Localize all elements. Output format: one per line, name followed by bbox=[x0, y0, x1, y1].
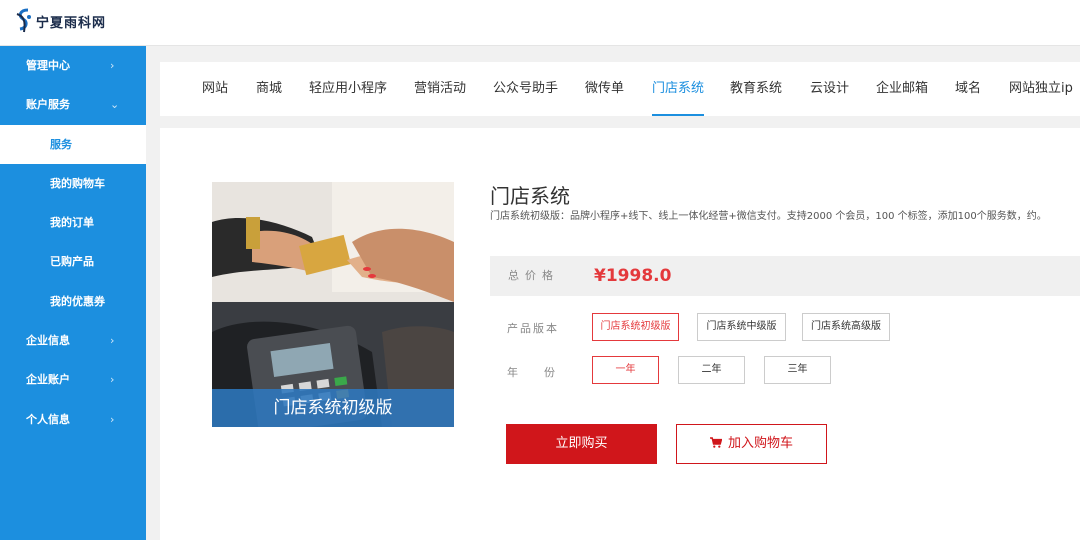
year-option-two[interactable]: 二年 bbox=[678, 356, 745, 384]
sidebar-item-label: 个人信息 bbox=[26, 412, 70, 426]
tab-mini-program[interactable]: 轻应用小程序 bbox=[309, 62, 387, 116]
tab-cloud-design[interactable]: 云设计 bbox=[810, 62, 849, 116]
product-detail-panel: 门店系统初级版 门店系统 门店系统初级版：品牌小程序+线下、线上一体化经营+微信… bbox=[160, 128, 1080, 540]
chevron-right-icon: › bbox=[110, 412, 115, 426]
buy-now-button[interactable]: 立即购买 bbox=[506, 424, 657, 464]
price-label: 总价格 bbox=[508, 269, 559, 282]
sidebar-item-company-account[interactable]: 企业账户 › bbox=[0, 360, 146, 399]
tab-education-system[interactable]: 教育系统 bbox=[730, 62, 782, 116]
year-label: 年份 bbox=[507, 366, 581, 379]
price-value: ¥1998.0 bbox=[594, 266, 672, 286]
sidebar-item-label: 我的订单 bbox=[50, 216, 94, 230]
chevron-down-icon: ⌄ bbox=[110, 98, 120, 112]
sidebar: 管理中心 › 账户服务 ⌄ 服务 我的购物车 我的订单 已购产品 我的优惠券 企… bbox=[0, 46, 146, 540]
sidebar-item-label: 已购产品 bbox=[50, 255, 94, 269]
tab-official-account[interactable]: 公众号助手 bbox=[493, 62, 558, 116]
year-option-one[interactable]: 一年 bbox=[592, 356, 659, 384]
sidebar-item-label: 我的购物车 bbox=[50, 176, 105, 190]
chevron-right-icon: › bbox=[110, 59, 115, 72]
tab-marketing[interactable]: 营销活动 bbox=[414, 62, 466, 116]
version-option-advanced[interactable]: 门店系统高级版 bbox=[802, 313, 890, 341]
top-bar: 宁夏雨科网 bbox=[0, 0, 1080, 46]
version-option-basic[interactable]: 门店系统初级版 bbox=[592, 313, 679, 341]
sidebar-item-my-cart[interactable]: 我的购物车 bbox=[0, 164, 146, 203]
tab-domain[interactable]: 域名 bbox=[955, 62, 981, 116]
tab-dedicated-ip[interactable]: 网站独立ip bbox=[1009, 62, 1073, 116]
add-to-cart-label: 加入购物车 bbox=[727, 436, 793, 451]
sidebar-item-label: 账户服务 bbox=[26, 98, 70, 112]
brand-name: 宁夏雨科网 bbox=[36, 15, 107, 31]
sidebar-item-label: 企业信息 bbox=[26, 334, 70, 348]
product-title: 门店系统 bbox=[490, 184, 570, 208]
sidebar-item-management-center[interactable]: 管理中心 › bbox=[0, 46, 146, 85]
tab-enterprise-mail[interactable]: 企业邮箱 bbox=[876, 62, 928, 116]
cart-icon bbox=[709, 437, 723, 448]
product-description: 门店系统初级版：品牌小程序+线下、线上一体化经营+微信支付。支持2000 个会员… bbox=[490, 211, 1047, 222]
sidebar-item-services[interactable]: 服务 bbox=[0, 124, 146, 164]
sidebar-item-label: 我的优惠券 bbox=[50, 294, 105, 308]
version-label: 产品版本 bbox=[507, 322, 559, 335]
version-option-intermediate[interactable]: 门店系统中级版 bbox=[697, 313, 786, 341]
sidebar-item-label: 管理中心 bbox=[26, 59, 70, 72]
sidebar-item-label: 服务 bbox=[50, 137, 72, 151]
tab-micro-flyer[interactable]: 微传单 bbox=[585, 62, 624, 116]
product-category-tabs: 网站 商城 轻应用小程序 营销活动 公众号助手 微传单 门店系统 教育系统 云设… bbox=[160, 62, 1080, 116]
chevron-right-icon: › bbox=[110, 334, 115, 348]
sidebar-item-my-orders[interactable]: 我的订单 bbox=[0, 203, 146, 242]
sidebar-item-personal-info[interactable]: 个人信息 › bbox=[0, 400, 146, 439]
product-image-caption: 门店系统初级版 bbox=[212, 389, 454, 427]
sidebar-item-company-info[interactable]: 企业信息 › bbox=[0, 321, 146, 360]
logo-icon bbox=[16, 8, 31, 33]
sidebar-item-purchased-products[interactable]: 已购产品 bbox=[0, 242, 146, 281]
brand-logo[interactable]: 宁夏雨科网 bbox=[14, 8, 106, 34]
tab-mall[interactable]: 商城 bbox=[256, 62, 282, 116]
price-bar: 总价格 ¥1998.0 bbox=[490, 256, 1080, 296]
chevron-right-icon: › bbox=[110, 373, 115, 387]
sidebar-item-account-services[interactable]: 账户服务 ⌄ bbox=[0, 85, 146, 124]
product-image: 门店系统初级版 bbox=[212, 182, 454, 427]
tab-store-system[interactable]: 门店系统 bbox=[652, 62, 705, 116]
sidebar-item-label: 企业账户 bbox=[26, 373, 70, 387]
add-to-cart-button[interactable]: 加入购物车 bbox=[676, 424, 827, 464]
sidebar-item-my-coupons[interactable]: 我的优惠券 bbox=[0, 282, 146, 321]
tab-website[interactable]: 网站 bbox=[202, 62, 228, 116]
year-option-three[interactable]: 三年 bbox=[764, 356, 831, 384]
